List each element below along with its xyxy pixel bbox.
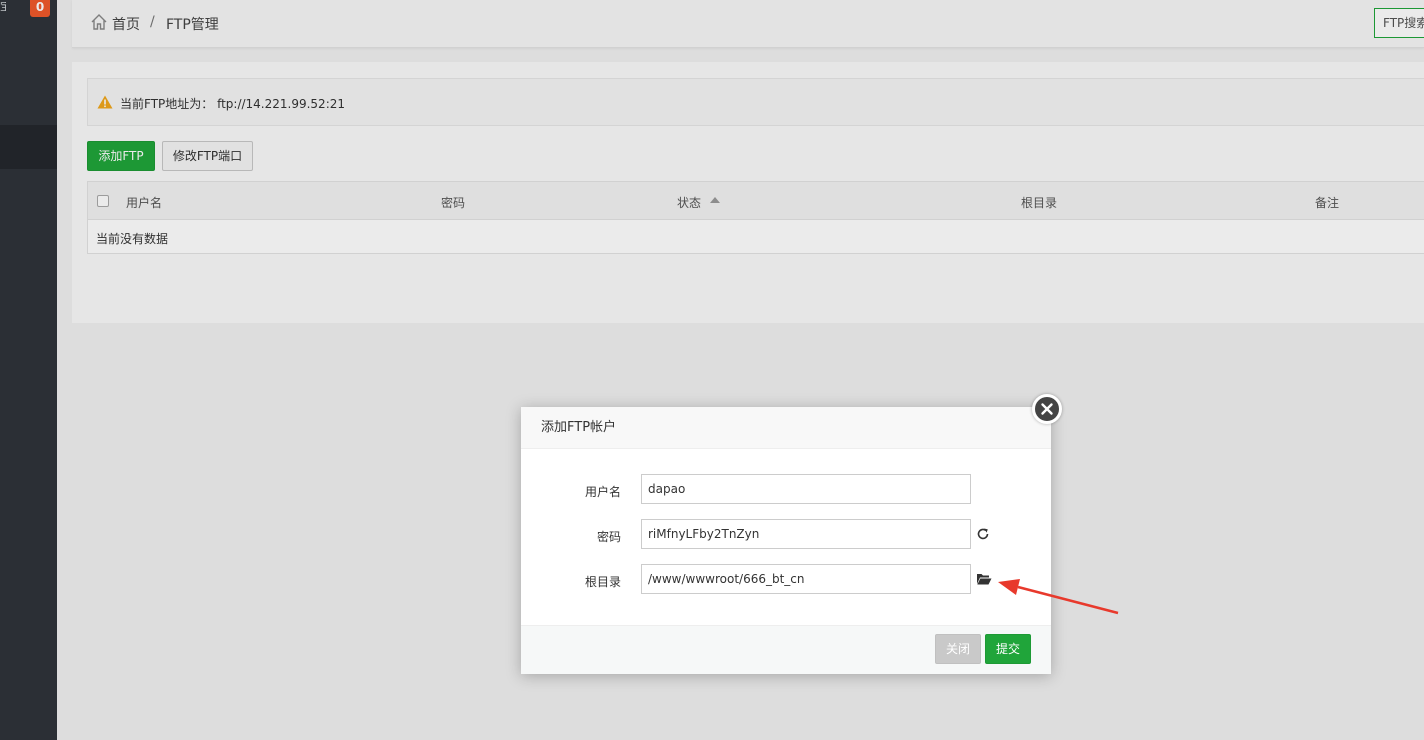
add-ftp-dialog: 添加FTP帐户 用户名 密码 根目录 关闭 提交	[521, 394, 1062, 674]
dialog-footer: 关闭 提交	[521, 625, 1051, 674]
close-button[interactable]: 关闭	[935, 634, 981, 664]
dialog-title: 添加FTP帐户	[521, 407, 1051, 449]
refresh-icon[interactable]	[976, 527, 990, 541]
root-directory-input[interactable]	[641, 564, 971, 594]
username-input[interactable]	[641, 474, 971, 504]
username-label: 用户名	[584, 485, 621, 499]
root-directory-label: 根目录	[584, 575, 621, 589]
annotation-arrow	[998, 579, 1119, 615]
password-label: 密码	[596, 530, 621, 544]
submit-button[interactable]: 提交	[985, 634, 1031, 664]
close-icon[interactable]	[1032, 394, 1062, 424]
password-input[interactable]	[641, 519, 971, 549]
